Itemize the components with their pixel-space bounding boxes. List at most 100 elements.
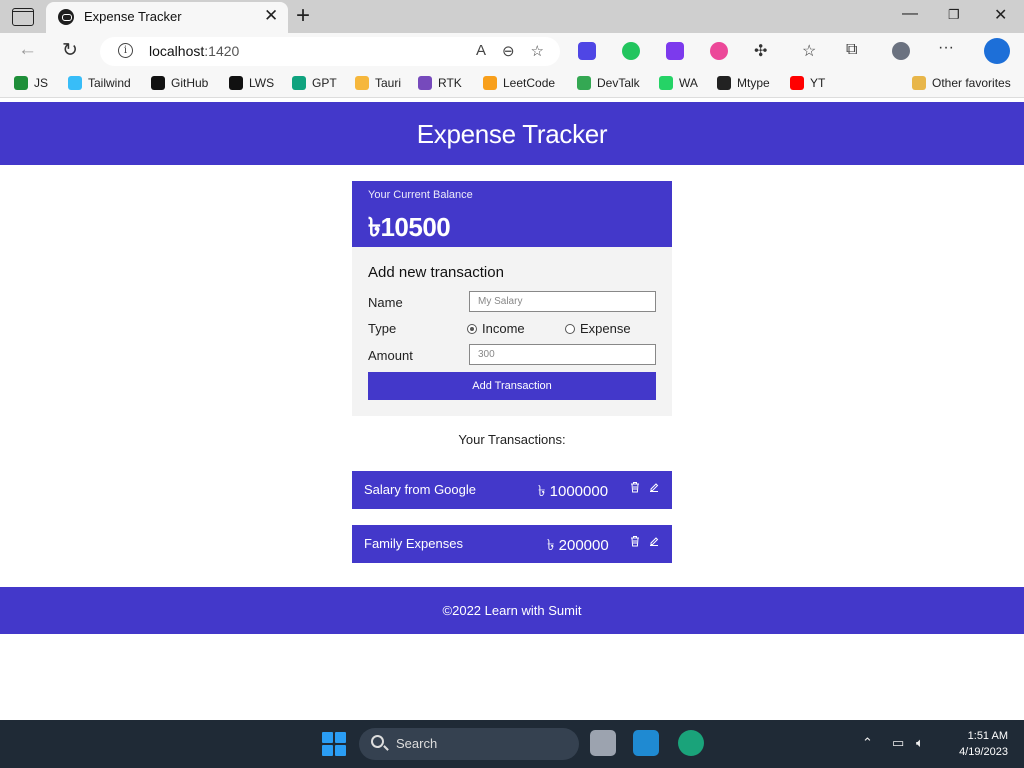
task-view-icon[interactable] [590, 730, 616, 756]
add-transaction-button[interactable]: Add Transaction [368, 372, 656, 400]
transaction-name: Family Expenses [364, 536, 463, 551]
expense-radio-dot[interactable] [565, 323, 575, 334]
transaction-amount: ৳ 200000 [547, 537, 609, 554]
balance-card: Your Current Balance ৳10500 [352, 181, 672, 247]
clock-time: 1:51 AM [967, 730, 1008, 742]
tab-favicon-icon [58, 9, 74, 25]
bookmark-tailwind[interactable]: Tailwind [68, 76, 131, 90]
bookmark-other-favorites[interactable]: Other favorites [912, 76, 1011, 90]
clock-date: 4/19/2023 [959, 746, 1008, 758]
start-icon[interactable] [322, 732, 346, 756]
name-label: Name [368, 295, 403, 310]
edit-icon[interactable] [649, 535, 659, 547]
name-input[interactable] [469, 291, 656, 312]
extension-v-icon[interactable] [666, 42, 684, 60]
site-info-icon[interactable]: i [118, 43, 133, 58]
new-tab-icon[interactable]: + [296, 2, 310, 30]
transaction-name: Salary from Google [364, 482, 476, 497]
extension-1-icon[interactable] [578, 42, 596, 60]
bookmark-wa[interactable]: WA [659, 76, 698, 90]
bookmark-icon [577, 76, 591, 90]
minimize-icon[interactable]: — [902, 5, 918, 23]
transaction-item: Salary from Google ৳ 1000000 [352, 471, 672, 509]
app-page: Expense Tracker Your Current Balance ৳10… [0, 102, 1024, 720]
close-tab-icon[interactable]: ✕ [264, 6, 278, 26]
bookmark-label: GPT [312, 76, 337, 90]
bookmark-label: YT [810, 76, 826, 90]
address-bar[interactable]: i localhost:1420 A ⊖ ☆ [100, 37, 560, 66]
bookmark-label: WA [679, 76, 698, 90]
bookmark-label: LWS [249, 76, 275, 90]
expense-radio[interactable]: Expense [565, 321, 631, 336]
bookmark-icon [355, 76, 369, 90]
volume-icon[interactable]: 🔈︎ [916, 735, 924, 751]
transaction-item: Family Expenses ৳ 200000 [352, 525, 672, 563]
taskbar-search[interactable]: Search [359, 728, 579, 760]
edge-icon[interactable] [678, 730, 704, 756]
browser-toolbar: ← ↻ i localhost:1420 A ⊖ ☆ ✣ ☆ ⧉ ··· [0, 33, 1024, 70]
grammarly-icon[interactable] [622, 42, 640, 60]
bookmark-icon [14, 76, 28, 90]
balance-label: Your Current Balance [368, 189, 473, 201]
bookmark-label: Other favorites [932, 76, 1011, 90]
bookmark-gpt[interactable]: GPT [292, 76, 337, 90]
bookmark-icon [659, 76, 673, 90]
bookmark-rtk[interactable]: RTK [418, 76, 462, 90]
bookmark-icon [418, 76, 432, 90]
bookmark-tauri[interactable]: Tauri [355, 76, 401, 90]
bookmark-mtype[interactable]: Mtype [717, 76, 770, 90]
bookmark-label: Tauri [375, 76, 402, 90]
bookmark-label: RTK [438, 76, 462, 90]
edit-icon[interactable] [649, 481, 659, 493]
amount-label: Amount [368, 348, 413, 363]
bookmark-label: LeetCode [503, 76, 556, 90]
bookmark-icon [790, 76, 804, 90]
amount-input[interactable] [469, 344, 656, 365]
tab-expense-tracker[interactable]: Expense Tracker ✕ [46, 2, 288, 33]
bookmark-lws[interactable]: LWS [229, 76, 274, 90]
bing-icon[interactable] [984, 38, 1010, 64]
more-menu-icon[interactable]: ··· [938, 39, 954, 57]
income-label: Income [482, 321, 525, 336]
bookmark-label: GitHub [171, 76, 209, 90]
bookmark-label: Tailwind [88, 76, 131, 90]
bookmark-js[interactable]: JS [14, 76, 48, 90]
network-icon[interactable]: ▭ [892, 735, 904, 751]
bookmark-icon [68, 76, 82, 90]
bookmarks-bar: JS Tailwind GitHub LWS GPT Tauri RTK LeetCode De… [0, 70, 1024, 98]
income-radio-dot[interactable] [467, 323, 477, 334]
type-label: Type [368, 321, 397, 336]
zoom-out-icon[interactable]: ⊖ [502, 42, 515, 60]
add-favorite-icon[interactable]: ☆ [531, 42, 544, 60]
tab-actions-icon[interactable] [12, 8, 34, 26]
bookmark-icon [229, 76, 243, 90]
bookmark-github[interactable]: GitHub [151, 76, 208, 90]
income-radio[interactable]: Income [467, 321, 525, 336]
delete-icon[interactable] [630, 481, 640, 493]
profile-avatar[interactable] [892, 42, 910, 60]
show-hidden-icons[interactable]: ⌃ [862, 735, 873, 751]
address-text[interactable]: localhost:1420 [149, 43, 239, 59]
clock[interactable]: 1:51 AM 4/19/2023 [944, 728, 1008, 760]
bookmark-yt[interactable]: YT [790, 76, 825, 90]
favorites-icon[interactable]: ☆ [802, 41, 816, 61]
expense-label: Expense [580, 321, 631, 336]
close-window-icon[interactable]: ✕ [994, 5, 1007, 25]
color-picker-icon[interactable] [710, 42, 728, 60]
extensions-icon[interactable]: ✣ [754, 41, 767, 61]
footer-text: ©2022 Learn with Sumit [442, 603, 582, 618]
collections-icon[interactable]: ⧉ [846, 41, 857, 59]
refresh-icon[interactable]: ↻ [62, 39, 78, 62]
form-title: Add new transaction [368, 264, 504, 281]
taskbar: Search ⌃ ▭ 🔈︎ 1:51 AM 4/19/2023 [0, 720, 1024, 768]
vscode-icon[interactable] [633, 730, 659, 756]
read-aloud-icon[interactable]: A [476, 42, 486, 60]
restore-icon[interactable]: ❐ [948, 7, 960, 23]
search-label: Search [396, 736, 438, 751]
transaction-amount: ৳ 1000000 [538, 483, 609, 500]
bookmark-devtalk[interactable]: DevTalk [577, 76, 640, 90]
bookmark-leetcode[interactable]: LeetCode [483, 76, 555, 90]
back-icon[interactable]: ← [18, 39, 37, 61]
folder-icon [912, 76, 926, 90]
delete-icon[interactable] [630, 535, 640, 547]
